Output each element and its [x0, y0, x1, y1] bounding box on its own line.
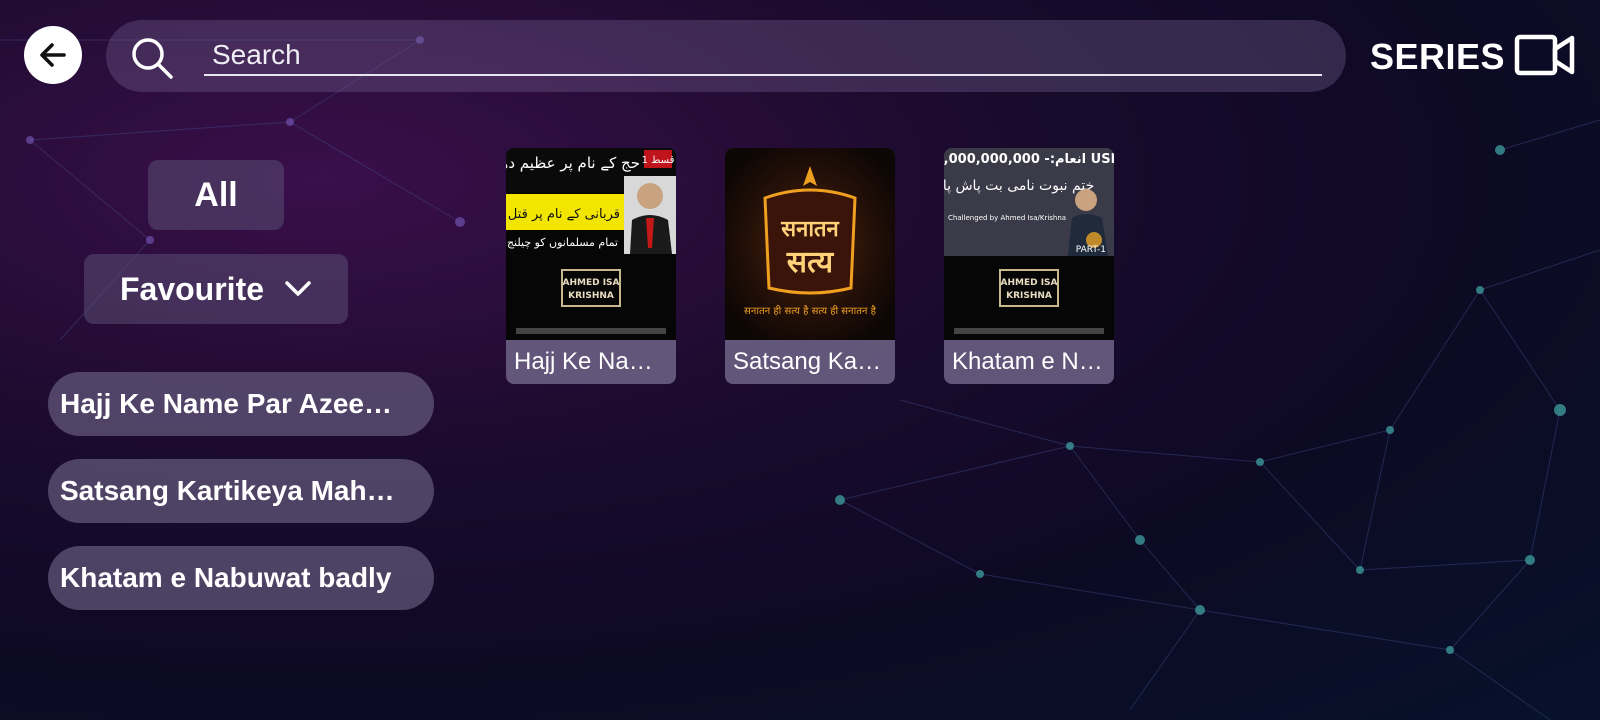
card-title: Satsang Kartikeya: [725, 340, 895, 384]
list-item-label: Khatam e Nabuwat badly: [60, 562, 392, 593]
thumb-line4-text: PART-1: [1076, 245, 1106, 255]
thumb-line1-text: انعام:- 1,000,000,000 USD: [944, 152, 1114, 167]
series-card[interactable]: قسط 1 حج کے نام پر عظیم دھوکہ قربانی کے …: [506, 148, 676, 384]
card-title-text: Khatam e Nabuwat: [952, 348, 1106, 375]
thumb-line3-text: सनातन ही सत्य है सत्य ही सनातन है: [744, 305, 877, 317]
thumb-badge-text: قسط 1: [642, 155, 675, 166]
series-thumbnail: قسط 1 حج کے نام پر عظیم دھوکہ قربانی کے …: [506, 148, 676, 340]
list-item[interactable]: Khatam e Nabuwat badly: [48, 546, 434, 610]
list-item-label: Hajj Ke Name Par Azeem Dhoka: [60, 388, 410, 419]
thumb-line1-text: حج کے نام پر عظیم دھوکہ: [506, 154, 640, 173]
filter-all-button[interactable]: All: [148, 160, 284, 230]
series-thumbnail: انعام:- 1,000,000,000 USD ختم نبوت نامی …: [944, 148, 1114, 340]
thumb-line3-text: Challenged by Ahmed Isa/Krishna: [948, 214, 1066, 222]
thumb-line2-text: قربانی کے نام پر قتل عام: [506, 207, 620, 222]
thumb-logo-line2: KRISHNA: [1006, 291, 1052, 301]
filter-favourite-dropdown[interactable]: Favourite: [84, 254, 348, 324]
thumb-logo-line1: AHMED ISA: [562, 278, 619, 288]
card-title: Khatam e Nabuwat: [944, 340, 1114, 384]
thumb-logo-line2: KRISHNA: [568, 291, 614, 301]
thumb-line2-text: सत्य: [786, 245, 835, 280]
series-thumbnail: सनातन सत्य सनातन ही सत्य है सत्य ही सनात…: [725, 148, 895, 340]
card-title-text: Satsang Kartikeya: [733, 348, 887, 375]
thumb-line2-text: ختم نبوت نامی بت پاش پاش: [944, 178, 1094, 194]
search-bar[interactable]: [106, 20, 1346, 92]
filter-all-label: All: [194, 175, 238, 214]
chevron-down-icon: [285, 281, 311, 296]
thumb-line1-text: सनातन: [780, 217, 839, 242]
series-card[interactable]: انعام:- 1,000,000,000 USD ختم نبوت نامی …: [944, 148, 1114, 384]
search-input[interactable]: [204, 36, 1322, 76]
filter-favourite-label: Favourite: [119, 270, 265, 307]
thumb-line3-text: تمام مسلمانوں کو چیلنج: [507, 236, 618, 249]
card-title-text: Hajj Ke Name Par: [514, 348, 668, 375]
series-card[interactable]: सनातन सत्य सनातन ही सत्य है सत्य ही सनात…: [725, 148, 895, 384]
arrow-left-icon: [40, 43, 66, 67]
card-title: Hajj Ke Name Par: [506, 340, 676, 384]
list-item[interactable]: Hajj Ke Name Par Azeem Dhoka: [48, 372, 434, 436]
search-icon[interactable]: [128, 34, 176, 82]
list-item[interactable]: Satsang Kartikeya Maharaj: [48, 459, 434, 523]
page-title: SERIES: [1370, 36, 1506, 77]
thumb-logo-line1: AHMED ISA: [1000, 278, 1057, 288]
video-camera-icon[interactable]: [1514, 32, 1576, 78]
list-item-label: Satsang Kartikeya Maharaj: [60, 475, 410, 506]
back-button[interactable]: [24, 26, 82, 84]
